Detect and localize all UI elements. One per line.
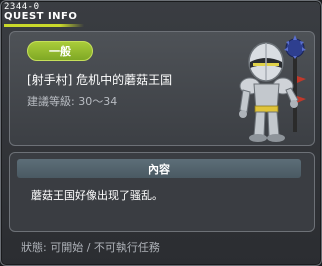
content-panel: 內容 蘑菇王国好像出现了骚乱。: [9, 152, 315, 232]
quest-header-panel: 一般 [射手村] 危机中的蘑菇王国 建議等級: 30～34: [9, 31, 315, 146]
content-header: 內容: [17, 159, 301, 178]
quest-info-window: 2344-0 QUEST INFO 一般 [射手村] 危机中的蘑菇王国 建議等級…: [0, 0, 322, 266]
armored-knight-with-mace-icon: [239, 35, 306, 142]
quest-title: [射手村] 危机中的蘑菇王国: [27, 73, 173, 87]
recommended-level: 建議等級: 30～34: [27, 95, 118, 108]
quest-description: 蘑菇王国好像出现了骚乱。: [31, 189, 163, 202]
window-title: QUEST INFO: [4, 11, 78, 22]
title-underline: [4, 24, 84, 27]
category-badge: 一般: [27, 41, 93, 61]
quest-status: 狀態: 可開始 / 不可執行任務: [21, 241, 160, 254]
